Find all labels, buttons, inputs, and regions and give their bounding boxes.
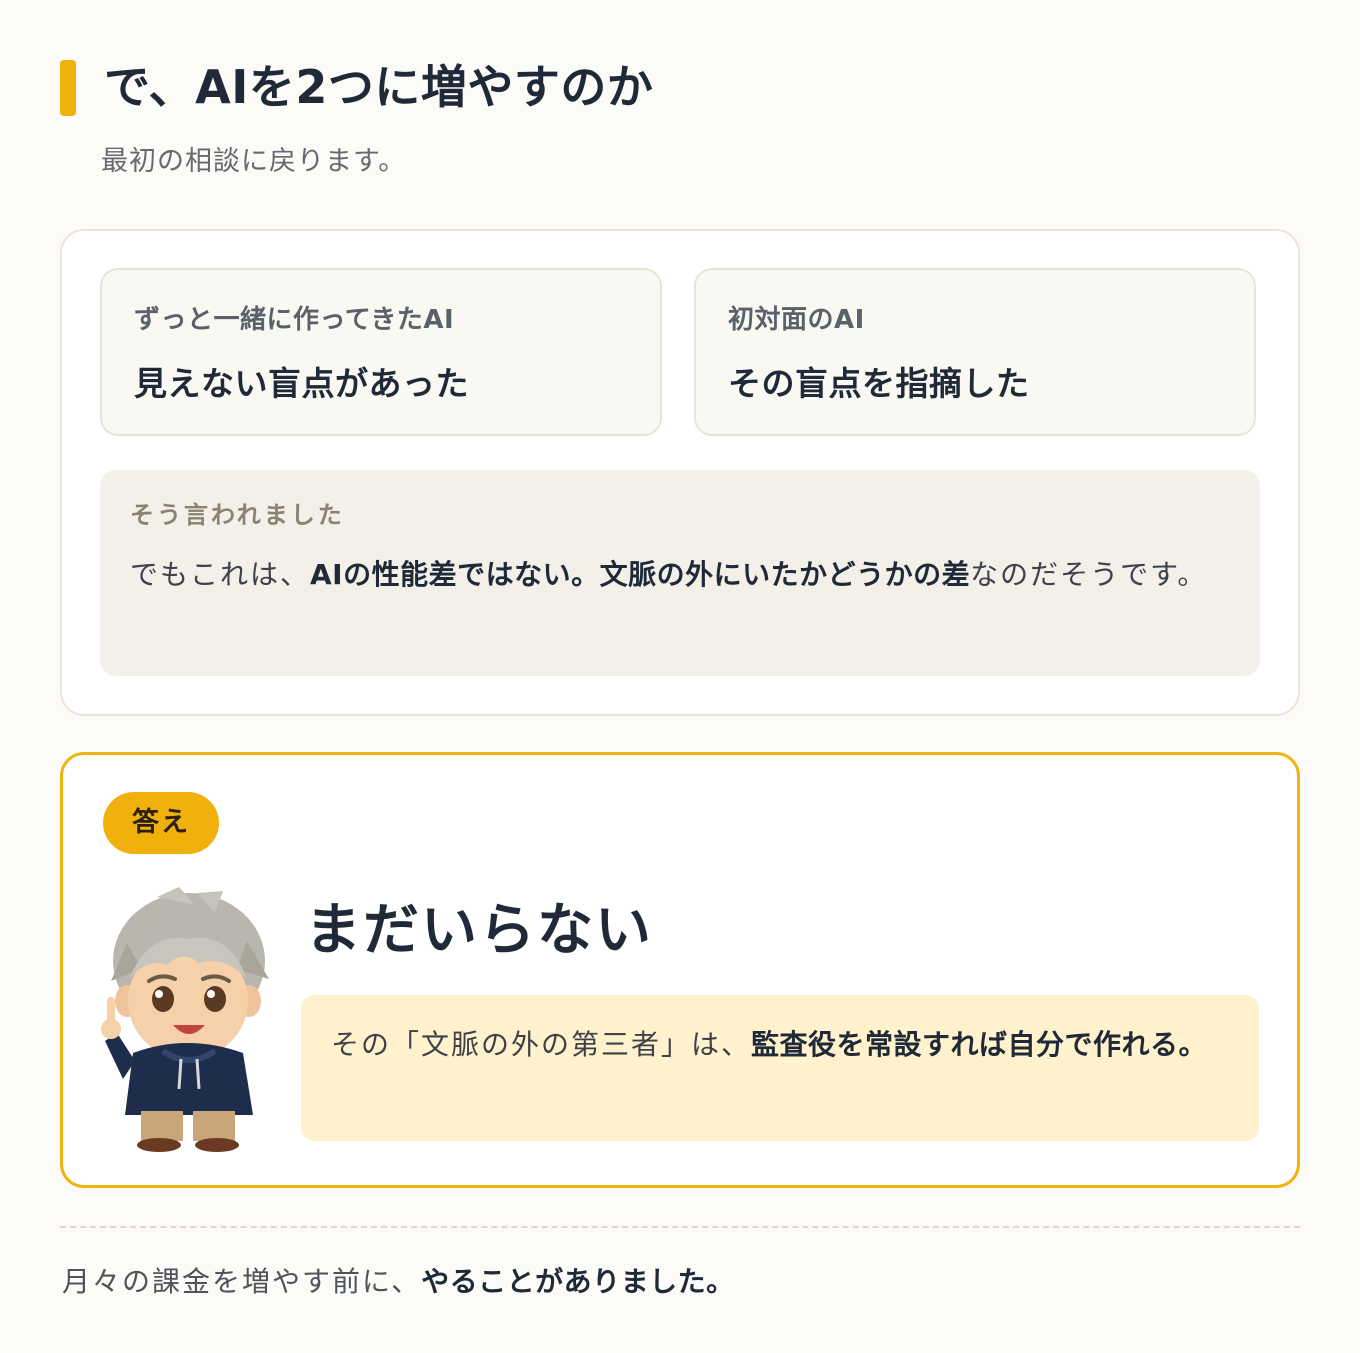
- page-subtitle: 最初の相談に戻ります。: [101, 146, 407, 177]
- footer-text-bold-1: やることがありました。: [421, 1265, 735, 1298]
- page-title: で、AIを2つに増やすのか: [104, 60, 654, 114]
- answer-heading: まだいらない: [305, 898, 653, 963]
- section-divider: [60, 1226, 1300, 1228]
- comparison-left-main: 見えない盲点があった: [134, 364, 469, 403]
- footer-text-plain-1: 月々の課金を増やす前に、: [62, 1265, 422, 1298]
- comparison-right-main: その盲点を指摘した: [728, 364, 1030, 403]
- note-box: そう言われました でもこれは、AIの性能差ではない。文脈の外にいたかどうかの差な…: [100, 470, 1260, 676]
- note-text-plain-1: でもこれは、: [130, 558, 311, 591]
- comparison-right-label: 初対面のAI: [728, 305, 865, 335]
- comparison-card: ずっと一緒に作ってきたAI 見えない盲点があった 初対面のAI その盲点を指摘し…: [60, 229, 1300, 716]
- answer-badge: 答え: [103, 792, 219, 854]
- answer-text-plain-1: その「文脈の外の第三者」は、: [331, 1028, 752, 1061]
- answer-text-bold-1: 監査役を常設すれば自分で作れる。: [751, 1028, 1208, 1061]
- comparison-right-box: 初対面のAI その盲点を指摘した: [694, 268, 1256, 436]
- note-text-plain-2: なのだそうです。: [970, 558, 1208, 591]
- avatar: [101, 887, 269, 1152]
- answer-card: 答え まだいらない その「文脈の外の第三者」は、監査役を常設すれば自分で作れる。: [60, 752, 1300, 1188]
- note-label: そう言われました: [130, 501, 345, 529]
- note-text: でもこれは、AIの性能差ではない。文脈の外にいたかどうかの差なのだそうです。: [130, 548, 1230, 601]
- comparison-left-box: ずっと一緒に作ってきたAI 見えない盲点があった: [100, 268, 662, 436]
- note-text-bold-2: 文脈の外にいたかどうかの差: [599, 558, 971, 591]
- note-text-bold-1: AIの性能差ではない。: [310, 558, 600, 591]
- answer-text: その「文脈の外の第三者」は、監査役を常設すれば自分で作れる。: [331, 1019, 1211, 1070]
- answer-box: その「文脈の外の第三者」は、監査役を常設すれば自分で作れる。: [301, 995, 1259, 1141]
- footer-text: 月々の課金を増やす前に、やることがありました。: [62, 1260, 735, 1304]
- comparison-left-label: ずっと一緒に作ってきたAI: [134, 305, 455, 335]
- title-accent-bar: [60, 60, 76, 116]
